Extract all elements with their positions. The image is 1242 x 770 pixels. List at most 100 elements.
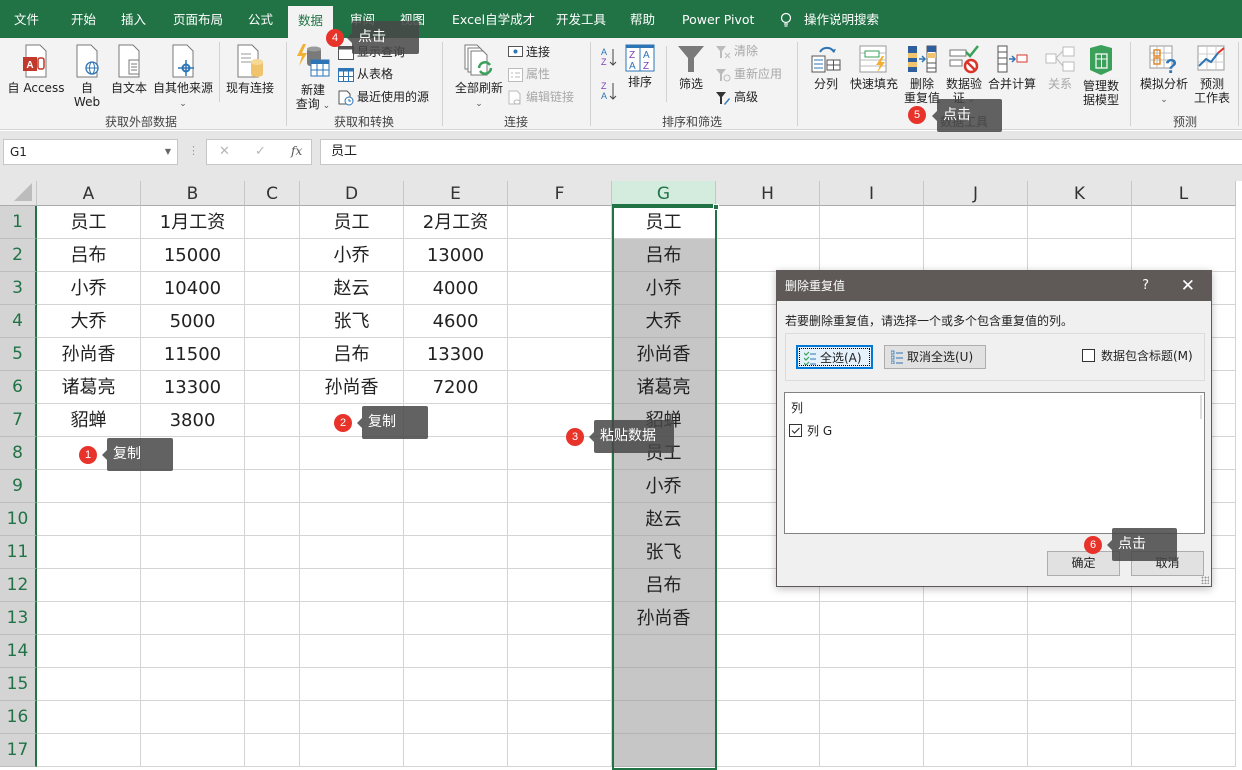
cell-d13[interactable] [300, 602, 404, 635]
cell-f10[interactable] [508, 503, 612, 536]
cell-b12[interactable] [141, 569, 245, 602]
cell-l13[interactable] [1132, 602, 1236, 635]
cell-d8[interactable] [300, 437, 404, 470]
fill-handle[interactable] [713, 204, 719, 210]
flash-fill-button[interactable]: 快速填充 [848, 44, 900, 91]
name-box[interactable]: G1 ▼ [3, 139, 178, 165]
cell-c5[interactable] [245, 338, 300, 371]
sort-a-z-button[interactable]: AZ [600, 46, 618, 68]
column-header-d[interactable]: D [300, 181, 404, 206]
advanced-filter-button[interactable]: 高级 [716, 88, 758, 106]
column-header-c[interactable]: C [245, 181, 300, 206]
cell-g2[interactable]: 吕布 [612, 239, 716, 272]
cell-e9[interactable] [404, 470, 508, 503]
cell-f13[interactable] [508, 602, 612, 635]
cell-j13[interactable] [924, 602, 1028, 635]
manage-data-model-button[interactable]: 管理数 据模型 [1080, 44, 1122, 107]
close-button[interactable]: ✕ [1181, 271, 1195, 301]
resize-grip[interactable] [1201, 576, 1209, 584]
cell-e10[interactable] [404, 503, 508, 536]
row-header-17[interactable]: 17 [0, 734, 37, 767]
cell-g10[interactable]: 赵云 [612, 503, 716, 536]
row-header-8[interactable]: 8 [0, 437, 37, 470]
cell-e2[interactable]: 13000 [404, 239, 508, 272]
cell-h1[interactable] [716, 206, 820, 239]
connections-button[interactable]: 连接 [508, 43, 550, 61]
chevron-down-icon[interactable]: ▼ [165, 140, 171, 164]
cell-f9[interactable] [508, 470, 612, 503]
cell-i1[interactable] [820, 206, 924, 239]
cell-d16[interactable] [300, 701, 404, 734]
forecast-sheet-button[interactable]: 预测 工作表 [1194, 44, 1230, 105]
row-header-6[interactable]: 6 [0, 371, 37, 404]
tab-excel-zixue[interactable]: Excel自学成才 [452, 0, 535, 38]
row-header-7[interactable]: 7 [0, 404, 37, 437]
cell-e14[interactable] [404, 635, 508, 668]
cell-l14[interactable] [1132, 635, 1236, 668]
cell-h15[interactable] [716, 668, 820, 701]
cell-g15[interactable] [612, 668, 716, 701]
resize-handle[interactable]: ⋮ [188, 144, 199, 157]
formula-input[interactable]: 员工 [320, 139, 1242, 165]
cell-b4[interactable]: 5000 [141, 305, 245, 338]
cell-a2[interactable]: 吕布 [37, 239, 141, 272]
cell-c9[interactable] [245, 470, 300, 503]
cell-e5[interactable]: 13300 [404, 338, 508, 371]
cell-h2[interactable] [716, 239, 820, 272]
cell-g6[interactable]: 诸葛亮 [612, 371, 716, 404]
row-header-14[interactable]: 14 [0, 635, 37, 668]
cell-g1[interactable]: 员工 [612, 206, 716, 239]
has-headers-checkbox[interactable] [1082, 349, 1095, 362]
cell-c11[interactable] [245, 536, 300, 569]
sort-z-a-button[interactable]: ZA [600, 80, 618, 102]
cell-f1[interactable] [508, 206, 612, 239]
relationships-button[interactable]: 关系 [1044, 44, 1076, 91]
cell-b6[interactable]: 13300 [141, 371, 245, 404]
cell-c14[interactable] [245, 635, 300, 668]
cell-f14[interactable] [508, 635, 612, 668]
cell-b1[interactable]: 1月工资 [141, 206, 245, 239]
cell-a16[interactable] [37, 701, 141, 734]
cell-c6[interactable] [245, 371, 300, 404]
cell-f12[interactable] [508, 569, 612, 602]
cell-d17[interactable] [300, 734, 404, 767]
column-header-a[interactable]: A [37, 181, 141, 206]
cell-b7[interactable]: 3800 [141, 404, 245, 437]
cell-f4[interactable] [508, 305, 612, 338]
row-header-2[interactable]: 2 [0, 239, 37, 272]
cell-d15[interactable] [300, 668, 404, 701]
cell-i15[interactable] [820, 668, 924, 701]
cell-c2[interactable] [245, 239, 300, 272]
cell-d14[interactable] [300, 635, 404, 668]
cell-d3[interactable]: 赵云 [300, 272, 404, 305]
edit-links-button[interactable]: 编辑链接 [508, 88, 574, 106]
cell-a17[interactable] [37, 734, 141, 767]
cell-b15[interactable] [141, 668, 245, 701]
cell-c15[interactable] [245, 668, 300, 701]
cell-g13[interactable]: 孙尚香 [612, 602, 716, 635]
data-validation-button[interactable]: 数据验 证 ⌄ [944, 44, 984, 107]
cell-h17[interactable] [716, 734, 820, 767]
tab-power-pivot[interactable]: Power Pivot [682, 0, 754, 38]
column-g-label[interactable]: 列 G [807, 422, 832, 439]
cell-d10[interactable] [300, 503, 404, 536]
cell-g9[interactable]: 小乔 [612, 470, 716, 503]
cell-e15[interactable] [404, 668, 508, 701]
cell-a5[interactable]: 孙尚香 [37, 338, 141, 371]
cell-e3[interactable]: 4000 [404, 272, 508, 305]
tab-page-layout[interactable]: 页面布局 [173, 0, 223, 38]
cell-f11[interactable] [508, 536, 612, 569]
tab-developer[interactable]: 开发工具 [556, 0, 606, 38]
cell-l1[interactable] [1132, 206, 1236, 239]
cell-e11[interactable] [404, 536, 508, 569]
has-headers-label[interactable]: 数据包含标题(M) [1101, 347, 1193, 364]
cell-h16[interactable] [716, 701, 820, 734]
enter-check-icon[interactable]: ✓ [255, 144, 266, 159]
refresh-all-button[interactable]: 全部刷新 ⌄ [452, 44, 506, 111]
cell-b10[interactable] [141, 503, 245, 536]
cell-j17[interactable] [924, 734, 1028, 767]
row-header-10[interactable]: 10 [0, 503, 37, 536]
cell-f3[interactable] [508, 272, 612, 305]
cell-d2[interactable]: 小乔 [300, 239, 404, 272]
cell-i17[interactable] [820, 734, 924, 767]
